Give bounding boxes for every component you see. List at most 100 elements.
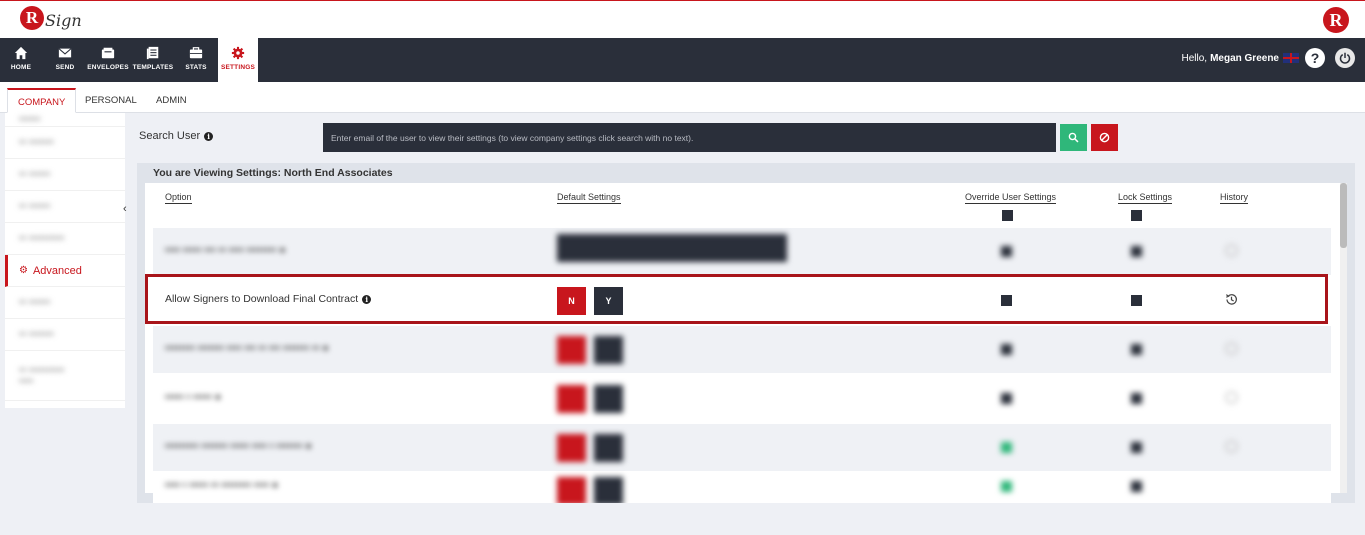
table-row: ▪▪▪▪ ▪▪▪▪▪ ▪▪▪ ▪▪ ▪▪▪▪ ▪▪▪▪▪▪▪▪ ●	[153, 228, 1331, 275]
row-label-blurred: ▪▪▪▪▪▪▪▪ ▪▪▪▪▪▪▪ ▪▪▪▪ ▪▪▪ ▪▪ ▪▪▪ ▪▪▪▪▪▪▪…	[165, 342, 329, 354]
sidebar-item-blurred-5[interactable]: ▪▪ ▪▪▪▪▪▪▪▪▪▪	[5, 223, 125, 255]
uk-flag-icon[interactable]	[1283, 53, 1299, 63]
settings-tabbar: COMPANY PERSONAL ADMIN	[0, 82, 1365, 113]
history-icon[interactable]	[1224, 341, 1239, 356]
logo-text: Sign	[45, 11, 82, 30]
table-row: ▪▪▪▪▪▪▪▪ ▪▪▪▪▪▪▪ ▪▪▪▪ ▪▪▪ ▪▪ ▪▪▪ ▪▪▪▪▪▪▪…	[153, 326, 1331, 373]
top-bar: R Sign R	[0, 0, 1365, 38]
nav-home-label: HOME	[10, 64, 32, 71]
user-area: Hello, Megan Greene ?	[1181, 48, 1355, 68]
lock-all-checkbox[interactable]	[1131, 210, 1142, 221]
row-label-blurred: ▪▪▪▪▪▪▪▪▪ ▪▪▪▪▪▪▪ ▪▪▪▪▪ ▪▪▪▪ ▪ ▪▪▪▪▪▪▪ ●	[165, 440, 312, 452]
lock-checkbox[interactable]	[1131, 481, 1142, 492]
nav-send[interactable]: SEND	[46, 38, 84, 82]
settings-sidebar: ▪▪▪▪▪▪ ▪▪ ▪▪▪▪▪▪▪ ▪▪ ▪▪▪▪▪▪ ▪▪ ▪▪▪▪▪▪ ▪▪…	[5, 113, 125, 408]
sidebar-item-blurred-1[interactable]: ▪▪▪▪▪▪	[5, 113, 125, 127]
yes-toggle-button[interactable]	[594, 477, 623, 503]
nav-templates-label: TEMPLATES	[132, 64, 174, 71]
column-header-lock: Lock Settings	[1118, 192, 1173, 204]
gear-icon	[231, 46, 245, 60]
search-button[interactable]	[1060, 124, 1087, 151]
user-name[interactable]: Megan Greene	[1210, 53, 1279, 64]
nav-stats[interactable]: STATS	[178, 38, 214, 82]
lock-checkbox[interactable]	[1131, 344, 1142, 355]
brand-badge: R	[1323, 7, 1349, 33]
panel-title: You are Viewing Settings: North End Asso…	[153, 167, 393, 179]
no-toggle-button[interactable]	[557, 336, 586, 364]
yes-toggle-button[interactable]	[594, 385, 623, 413]
briefcase-icon	[189, 47, 203, 59]
nav-stats-label: STATS	[185, 64, 207, 71]
nav-envelopes[interactable]: ENVELOPES	[86, 38, 130, 82]
clear-search-button[interactable]	[1091, 124, 1118, 151]
yes-toggle-button[interactable]	[594, 434, 623, 462]
advanced-gear-icon: ⚙	[19, 265, 28, 276]
column-header-option: Option	[165, 192, 192, 204]
nav-settings[interactable]: SETTINGS	[218, 38, 258, 82]
highlight-box	[145, 274, 1328, 324]
nav-templates[interactable]: TEMPLATES	[131, 38, 175, 82]
scrollbar-thumb[interactable]	[1340, 183, 1347, 248]
table-row: ▪▪▪▪▪ ▪ ▪▪▪▪▪ ●	[153, 375, 1331, 422]
override-checkbox[interactable]	[1001, 481, 1012, 492]
mail-icon	[58, 48, 72, 58]
no-toggle-button[interactable]	[557, 385, 586, 413]
sidebar-item-blurred-2[interactable]: ▪▪ ▪▪▪▪▪▪▪	[5, 127, 125, 159]
override-checkbox[interactable]	[1001, 442, 1012, 453]
nav-envelopes-label: ENVELOPES	[87, 64, 129, 71]
row-label-blurred: ▪▪▪▪▪ ▪ ▪▪▪▪▪ ●	[165, 391, 222, 403]
greeting-text: Hello,	[1181, 52, 1208, 64]
sidebar-item-label: Advanced	[32, 264, 82, 277]
template-icon	[146, 46, 159, 60]
no-toggle-button[interactable]	[557, 477, 586, 503]
column-header-default: Default Settings	[557, 192, 621, 204]
lock-checkbox[interactable]	[1131, 393, 1142, 404]
nav-settings-label: SETTINGS	[220, 64, 256, 71]
nav-send-label: SEND	[55, 64, 75, 71]
override-checkbox[interactable]	[1001, 344, 1012, 355]
no-toggle-button[interactable]	[557, 434, 586, 462]
help-icon: ?	[1310, 50, 1320, 66]
row-label-blurred: ▪▪▪▪ ▪ ▪▪▪▪▪ ▪▪ ▪▪▪▪▪▪▪▪ ▪▪▪▪ ●	[165, 479, 279, 491]
sidebar-item-blurred-8[interactable]: ▪▪ ▪▪▪▪▪▪▪▪▪▪ ▪▪▪▪	[5, 351, 125, 401]
nav-home[interactable]: HOME	[2, 38, 40, 82]
search-user-label: Search User i	[139, 130, 214, 142]
info-icon[interactable]: i	[204, 131, 214, 141]
table-scrollbar[interactable]	[1340, 183, 1347, 493]
power-icon	[1339, 52, 1351, 64]
table-row: ▪▪▪▪▪▪▪▪▪ ▪▪▪▪▪▪▪ ▪▪▪▪▪ ▪▪▪▪ ▪ ▪▪▪▪▪▪▪ ●	[153, 424, 1331, 471]
override-checkbox[interactable]	[1001, 393, 1012, 404]
history-icon[interactable]	[1224, 439, 1239, 454]
history-icon[interactable]	[1224, 243, 1239, 258]
history-icon[interactable]	[1224, 390, 1239, 405]
ban-icon	[1099, 132, 1110, 143]
table-row: ▪▪▪▪ ▪ ▪▪▪▪▪ ▪▪ ▪▪▪▪▪▪▪▪ ▪▪▪▪ ●	[153, 473, 1331, 503]
row-label-blurred: ▪▪▪▪ ▪▪▪▪▪ ▪▪▪ ▪▪ ▪▪▪▪ ▪▪▪▪▪▪▪▪ ●	[165, 244, 286, 256]
logout-button[interactable]	[1335, 48, 1355, 68]
blurred-select[interactable]	[557, 234, 787, 262]
search-user-input[interactable]	[323, 123, 1056, 152]
sidebar-collapse-button[interactable]: ‹	[123, 203, 127, 215]
override-checkbox[interactable]	[1001, 246, 1012, 257]
settings-table: Option Default Settings Override User Se…	[145, 183, 1347, 503]
rsign-logo[interactable]: R Sign	[20, 6, 82, 30]
tab-admin[interactable]: ADMIN	[146, 88, 197, 113]
lock-checkbox[interactable]	[1131, 246, 1142, 257]
lock-checkbox[interactable]	[1131, 442, 1142, 453]
yes-toggle-button[interactable]	[594, 336, 623, 364]
sidebar-item-blurred-3[interactable]: ▪▪ ▪▪▪▪▪▪	[5, 159, 125, 191]
sidebar-item-advanced[interactable]: ⚙ Advanced	[5, 255, 125, 287]
help-button[interactable]: ?	[1305, 48, 1325, 68]
settings-panel: You are Viewing Settings: North End Asso…	[137, 163, 1355, 503]
main-navbar: HOME SEND ENVELOPES TEMPLATES STATS SETT…	[0, 38, 1365, 82]
override-all-checkbox[interactable]	[1002, 210, 1013, 221]
tab-company[interactable]: COMPANY	[7, 88, 77, 113]
home-icon	[14, 46, 28, 60]
envelope-icon	[101, 47, 115, 59]
sidebar-item-blurred-4[interactable]: ▪▪ ▪▪▪▪▪▪	[5, 191, 125, 223]
search-label-text: Search User	[139, 130, 201, 142]
sidebar-item-blurred-7[interactable]: ▪▪ ▪▪▪▪▪▪▪	[5, 319, 125, 351]
sidebar-item-blurred-6[interactable]: ▪▪ ▪▪▪▪▪▪	[5, 287, 125, 319]
tab-personal[interactable]: PERSONAL	[75, 88, 147, 113]
search-icon	[1068, 132, 1079, 143]
